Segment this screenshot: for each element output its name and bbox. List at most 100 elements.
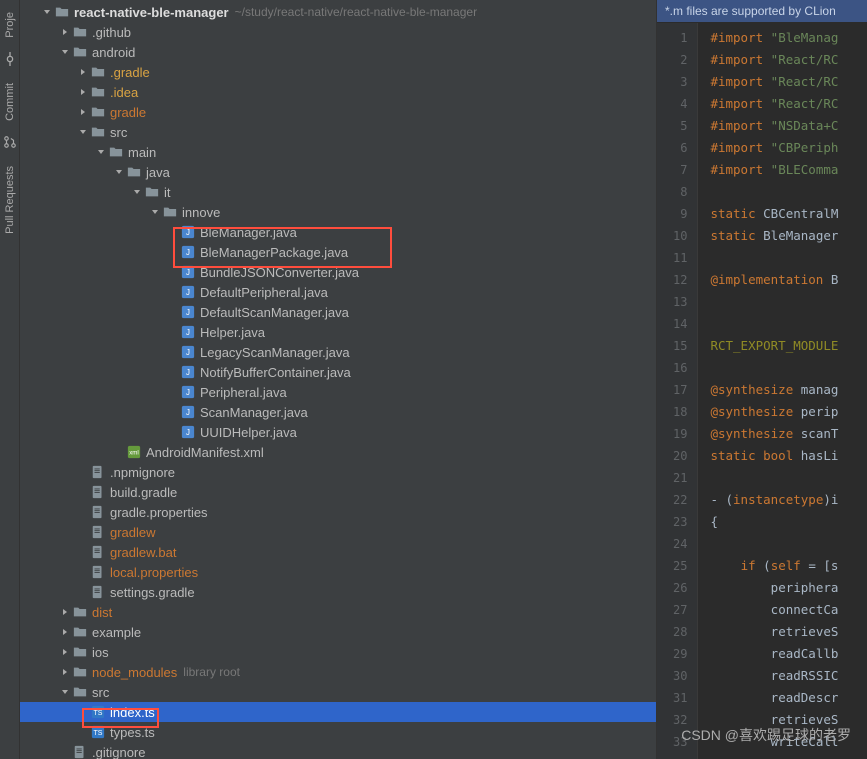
code-line[interactable]: retrieveS — [710, 621, 867, 643]
tree-file[interactable]: JBundleJSONConverter.java — [20, 262, 656, 282]
gutter-project[interactable]: Proje — [4, 12, 16, 38]
tree-arrow-icon[interactable] — [58, 25, 72, 39]
tree-file[interactable]: JNotifyBufferContainer.java — [20, 362, 656, 382]
code-line[interactable]: #import "BLEComma — [710, 159, 867, 181]
tree-file[interactable]: JScanManager.java — [20, 402, 656, 422]
code-line[interactable] — [710, 357, 867, 379]
tree-arrow-icon[interactable] — [130, 185, 144, 199]
code-line[interactable]: #import "BleManag — [710, 27, 867, 49]
line-number[interactable]: 11 — [673, 247, 687, 269]
line-number[interactable]: 28 — [673, 621, 687, 643]
tree-file[interactable]: JUUIDHelper.java — [20, 422, 656, 442]
project-tree[interactable]: react-native-ble-manager~/study/react-na… — [20, 0, 656, 759]
tree-folder[interactable]: .idea — [20, 82, 656, 102]
tree-file[interactable]: settings.gradle — [20, 582, 656, 602]
code-line[interactable]: @synthesize manag — [710, 379, 867, 401]
tree-arrow-icon[interactable] — [58, 665, 72, 679]
code-line[interactable] — [710, 313, 867, 335]
code-line[interactable]: connectCa — [710, 599, 867, 621]
code-line[interactable]: #import "React/RC — [710, 71, 867, 93]
pull-request-icon[interactable] — [3, 135, 17, 152]
tree-folder[interactable]: gradle — [20, 102, 656, 122]
code-area[interactable]: #import "BleManag#import "React/RC#impor… — [698, 23, 867, 759]
tree-file[interactable]: JDefaultScanManager.java — [20, 302, 656, 322]
code-line[interactable]: { — [710, 511, 867, 533]
editor-banner[interactable]: *.m files are supported by CLion — [657, 0, 867, 23]
tree-folder[interactable]: android — [20, 42, 656, 62]
tree-file[interactable]: JBleManager.java — [20, 222, 656, 242]
line-number[interactable]: 7 — [673, 159, 687, 181]
tree-folder[interactable]: example — [20, 622, 656, 642]
code-line[interactable]: RCT_EXPORT_MODULE — [710, 335, 867, 357]
tree-arrow-icon[interactable] — [94, 145, 108, 159]
tree-folder[interactable]: react-native-ble-manager~/study/react-na… — [20, 2, 656, 22]
tree-arrow-icon[interactable] — [58, 625, 72, 639]
line-number[interactable]: 26 — [673, 577, 687, 599]
tree-arrow-icon[interactable] — [58, 605, 72, 619]
line-number[interactable]: 2 — [673, 49, 687, 71]
line-number[interactable]: 20 — [673, 445, 687, 467]
line-number[interactable]: 6 — [673, 137, 687, 159]
tree-folder[interactable]: src — [20, 122, 656, 142]
line-number[interactable]: 3 — [673, 71, 687, 93]
code-line[interactable]: if (self = [s — [710, 555, 867, 577]
line-number[interactable]: 19 — [673, 423, 687, 445]
tree-arrow-icon[interactable] — [112, 165, 126, 179]
tree-file[interactable]: gradle.properties — [20, 502, 656, 522]
tree-arrow-icon[interactable] — [148, 205, 162, 219]
tree-file[interactable]: .npmignore — [20, 462, 656, 482]
tree-file[interactable]: JLegacyScanManager.java — [20, 342, 656, 362]
tree-folder[interactable]: node_moduleslibrary root — [20, 662, 656, 682]
line-number[interactable]: 18 — [673, 401, 687, 423]
tree-folder[interactable]: ios — [20, 642, 656, 662]
line-number[interactable]: 12 — [673, 269, 687, 291]
commit-icon[interactable] — [3, 52, 17, 69]
line-number[interactable]: 21 — [673, 467, 687, 489]
line-number[interactable]: 31 — [673, 687, 687, 709]
gutter-pull-requests[interactable]: Pull Requests — [4, 166, 16, 234]
line-number[interactable]: 25 — [673, 555, 687, 577]
tree-arrow-icon[interactable] — [76, 85, 90, 99]
code-line[interactable] — [710, 291, 867, 313]
line-number[interactable]: 13 — [673, 291, 687, 313]
line-number[interactable]: 16 — [673, 357, 687, 379]
tree-file[interactable]: JHelper.java — [20, 322, 656, 342]
code-line[interactable] — [710, 533, 867, 555]
code-line[interactable]: static bool hasLi — [710, 445, 867, 467]
code-line[interactable]: static BleManager — [710, 225, 867, 247]
code-line[interactable]: readCallb — [710, 643, 867, 665]
tree-file[interactable]: xmlAndroidManifest.xml — [20, 442, 656, 462]
tree-folder[interactable]: main — [20, 142, 656, 162]
tree-file[interactable]: build.gradle — [20, 482, 656, 502]
tree-file[interactable]: local.properties — [20, 562, 656, 582]
line-number[interactable]: 4 — [673, 93, 687, 115]
code-line[interactable]: readRSSIC — [710, 665, 867, 687]
tree-folder[interactable]: .github — [20, 22, 656, 42]
tree-arrow-icon[interactable] — [40, 5, 54, 19]
line-number[interactable]: 33 — [673, 731, 687, 753]
tree-arrow-icon[interactable] — [58, 645, 72, 659]
line-number[interactable]: 22 — [673, 489, 687, 511]
code-line[interactable]: #import "React/RC — [710, 49, 867, 71]
line-number[interactable]: 8 — [673, 181, 687, 203]
code-line[interactable]: @synthesize scanT — [710, 423, 867, 445]
code-line[interactable]: readDescr — [710, 687, 867, 709]
tree-folder[interactable]: it — [20, 182, 656, 202]
code-line[interactable]: @implementation B — [710, 269, 867, 291]
line-number[interactable]: 23 — [673, 511, 687, 533]
line-number[interactable]: 1 — [673, 27, 687, 49]
tree-file[interactable]: TStypes.ts — [20, 722, 656, 742]
line-number[interactable]: 14 — [673, 313, 687, 335]
tree-folder[interactable]: .gradle — [20, 62, 656, 82]
code-line[interactable]: retrieveS — [710, 709, 867, 731]
line-number[interactable]: 15 — [673, 335, 687, 357]
tree-file[interactable]: gradlew — [20, 522, 656, 542]
code-line[interactable] — [710, 181, 867, 203]
code-line[interactable]: #import "CBPeriph — [710, 137, 867, 159]
code-line[interactable]: - (instancetype)i — [710, 489, 867, 511]
tree-file[interactable]: JDefaultPeripheral.java — [20, 282, 656, 302]
tree-file[interactable]: .gitignore — [20, 742, 656, 759]
tree-folder[interactable]: innove — [20, 202, 656, 222]
line-number[interactable]: 9 — [673, 203, 687, 225]
tree-arrow-icon[interactable] — [58, 45, 72, 59]
